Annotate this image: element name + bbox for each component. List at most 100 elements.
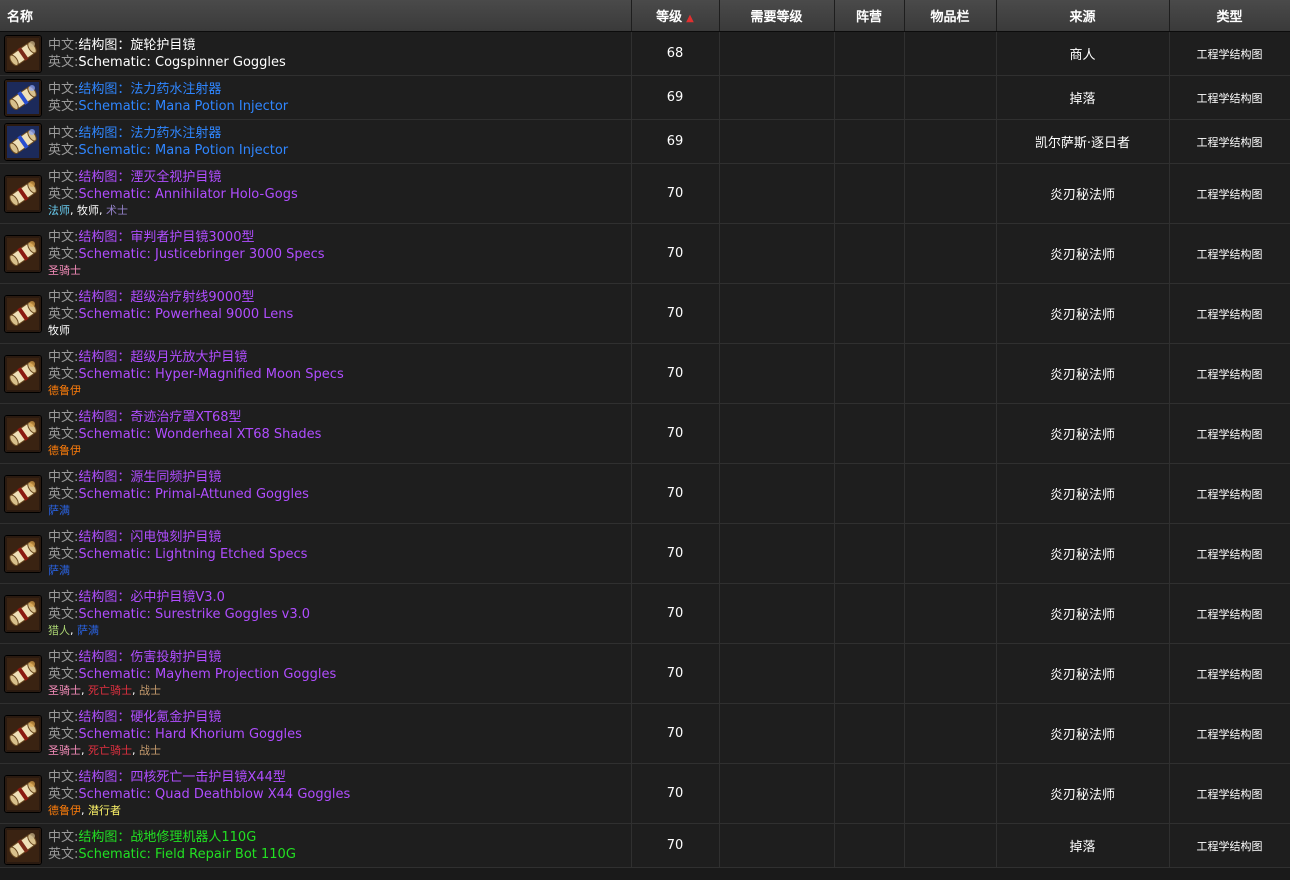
table-row[interactable]: 中文:结构图：伤害投射护目镜 英文:Schematic: Mayhem Proje… <box>0 643 1290 704</box>
type-cell[interactable]: 工程学结构图 <box>1169 823 1290 868</box>
table-row[interactable]: 中文:结构图：湮灭全视护目镜 英文:Schematic: Annihilator … <box>0 163 1290 224</box>
table-row[interactable]: 中文:结构图：源生同频护目镜 英文:Schematic: Primal-Attun… <box>0 463 1290 524</box>
source-link[interactable]: 凯尔萨斯·逐日者 <box>1035 136 1130 151</box>
type-link[interactable]: 工程学结构图 <box>1197 92 1263 105</box>
scroll-orange-icon[interactable] <box>4 414 42 453</box>
class-link[interactable]: 法师 <box>48 204 70 217</box>
item-name-cn[interactable]: 结构图：超级月光放大护目镜 <box>78 350 247 365</box>
item-name-cn[interactable]: 结构图：旋轮护目镜 <box>78 38 195 53</box>
item-name-cn[interactable]: 结构图：战地修理机器人110G <box>78 830 256 845</box>
type-link[interactable]: 工程学结构图 <box>1197 608 1263 621</box>
source-cell[interactable]: 炎刃秘法师 <box>996 403 1170 464</box>
class-link[interactable]: 圣骑士 <box>48 744 81 757</box>
type-link[interactable]: 工程学结构图 <box>1197 188 1263 201</box>
type-link[interactable]: 工程学结构图 <box>1197 428 1263 441</box>
column-header-type[interactable]: 类型 <box>1169 0 1290 32</box>
scroll-orange-icon[interactable] <box>4 534 42 573</box>
column-header-required-level[interactable]: 需要等级 <box>719 0 835 32</box>
source-cell[interactable]: 凯尔萨斯·逐日者 <box>996 119 1170 164</box>
type-cell[interactable]: 工程学结构图 <box>1169 643 1290 704</box>
scroll-orange-icon[interactable] <box>4 174 42 213</box>
type-cell[interactable]: 工程学结构图 <box>1169 463 1290 524</box>
class-link[interactable]: 牧师 <box>77 204 99 217</box>
scroll-blue-icon[interactable] <box>4 122 42 161</box>
source-cell[interactable]: 炎刃秘法师 <box>996 163 1170 224</box>
table-row[interactable]: 中文:结构图：硬化氪金护目镜 英文:Schematic: Hard Khorium… <box>0 703 1290 764</box>
source-cell[interactable]: 炎刃秘法师 <box>996 463 1170 524</box>
source-link[interactable]: 炎刃秘法师 <box>1050 428 1115 443</box>
type-link[interactable]: 工程学结构图 <box>1197 548 1263 561</box>
type-cell[interactable]: 工程学结构图 <box>1169 763 1290 824</box>
type-cell[interactable]: 工程学结构图 <box>1169 583 1290 644</box>
item-name-en[interactable]: Schematic: Surestrike Goggles v3.0 <box>78 607 310 622</box>
type-cell[interactable]: 工程学结构图 <box>1169 31 1290 76</box>
source-cell[interactable]: 炎刃秘法师 <box>996 763 1170 824</box>
scroll-plain-icon[interactable] <box>4 34 42 73</box>
item-name-en[interactable]: Schematic: Powerheal 9000 Lens <box>78 307 293 322</box>
type-cell[interactable]: 工程学结构图 <box>1169 163 1290 224</box>
type-cell[interactable]: 工程学结构图 <box>1169 119 1290 164</box>
source-link[interactable]: 炎刃秘法师 <box>1050 668 1115 683</box>
scroll-orange-icon[interactable] <box>4 594 42 633</box>
type-link[interactable]: 工程学结构图 <box>1197 840 1263 853</box>
item-name-en[interactable]: Schematic: Hard Khorium Goggles <box>78 727 302 742</box>
type-link[interactable]: 工程学结构图 <box>1197 728 1263 741</box>
table-row[interactable]: 中文:结构图：旋轮护目镜 英文:Schematic: Cogspinner Gog… <box>0 31 1290 76</box>
type-link[interactable]: 工程学结构图 <box>1197 668 1263 681</box>
item-name-en[interactable]: Schematic: Quad Deathblow X44 Goggles <box>78 787 350 802</box>
table-row[interactable]: 中文:结构图：闪电蚀刻护目镜 英文:Schematic: Lightning Et… <box>0 523 1290 584</box>
source-link[interactable]: 炎刃秘法师 <box>1050 548 1115 563</box>
source-cell[interactable]: 商人 <box>996 31 1170 76</box>
source-link[interactable]: 炎刃秘法师 <box>1050 488 1115 503</box>
item-name-cn[interactable]: 结构图：硬化氪金护目镜 <box>78 710 221 725</box>
class-link[interactable]: 死亡骑士 <box>88 684 132 697</box>
class-link[interactable]: 猎人 <box>48 624 70 637</box>
source-link[interactable]: 炎刃秘法师 <box>1050 608 1115 623</box>
type-cell[interactable]: 工程学结构图 <box>1169 75 1290 120</box>
class-link[interactable]: 战士 <box>139 744 161 757</box>
scroll-orange-icon[interactable] <box>4 774 42 813</box>
item-name-en[interactable]: Schematic: Mana Potion Injector <box>78 99 288 114</box>
item-name-cn[interactable]: 结构图：四核死亡一击护目镜X44型 <box>78 770 285 785</box>
type-link[interactable]: 工程学结构图 <box>1197 308 1263 321</box>
table-row[interactable]: 中文:结构图：审判者护目镜3000型 英文:Schematic: Justiceb… <box>0 223 1290 284</box>
item-name-cn[interactable]: 结构图：湮灭全视护目镜 <box>78 170 221 185</box>
table-row[interactable]: 中文:结构图：法力药水注射器 英文:Schematic: Mana Potion … <box>0 119 1290 164</box>
table-row[interactable]: 中文:结构图：超级治疗射线9000型 英文:Schematic: Powerhea… <box>0 283 1290 344</box>
scroll-orange-icon[interactable] <box>4 654 42 693</box>
item-name-cn[interactable]: 结构图：必中护目镜V3.0 <box>78 590 225 605</box>
class-link[interactable]: 德鲁伊 <box>48 804 81 817</box>
class-link[interactable]: 术士 <box>106 204 128 217</box>
type-cell[interactable]: 工程学结构图 <box>1169 403 1290 464</box>
scroll-blue-icon[interactable] <box>4 78 42 117</box>
source-cell[interactable]: 炎刃秘法师 <box>996 703 1170 764</box>
class-link[interactable]: 萨满 <box>48 564 70 577</box>
source-cell[interactable]: 炎刃秘法师 <box>996 523 1170 584</box>
source-link[interactable]: 商人 <box>1069 48 1095 63</box>
source-link[interactable]: 掉落 <box>1069 92 1095 107</box>
item-name-en[interactable]: Schematic: Hyper-Magnified Moon Specs <box>78 367 343 382</box>
scroll-orange-icon[interactable] <box>4 474 42 513</box>
table-row[interactable]: 中文:结构图：超级月光放大护目镜 英文:Schematic: Hyper-Magn… <box>0 343 1290 404</box>
class-link[interactable]: 德鲁伊 <box>48 444 81 457</box>
table-row[interactable]: 中文:结构图：四核死亡一击护目镜X44型 英文:Schematic: Quad D… <box>0 763 1290 824</box>
scroll-orange-icon[interactable] <box>4 234 42 273</box>
scroll-orange-icon[interactable] <box>4 354 42 393</box>
item-name-en[interactable]: Schematic: Cogspinner Goggles <box>78 55 285 70</box>
item-name-cn[interactable]: 结构图：超级治疗射线9000型 <box>78 290 254 305</box>
source-link[interactable]: 炎刃秘法师 <box>1050 788 1115 803</box>
source-cell[interactable]: 炎刃秘法师 <box>996 643 1170 704</box>
class-link[interactable]: 潜行者 <box>88 804 121 817</box>
class-link[interactable]: 战士 <box>139 684 161 697</box>
class-link[interactable]: 萨满 <box>77 624 99 637</box>
item-name-en[interactable]: Schematic: Field Repair Bot 110G <box>78 847 296 862</box>
type-cell[interactable]: 工程学结构图 <box>1169 523 1290 584</box>
class-link[interactable]: 萨满 <box>48 504 70 517</box>
source-cell[interactable]: 炎刃秘法师 <box>996 583 1170 644</box>
table-row[interactable]: 中文:结构图：战地修理机器人110G 英文:Schematic: Field Re… <box>0 823 1290 868</box>
source-cell[interactable]: 炎刃秘法师 <box>996 283 1170 344</box>
class-link[interactable]: 圣骑士 <box>48 684 81 697</box>
item-name-cn[interactable]: 结构图：伤害投射护目镜 <box>78 650 221 665</box>
type-link[interactable]: 工程学结构图 <box>1197 368 1263 381</box>
type-cell[interactable]: 工程学结构图 <box>1169 223 1290 284</box>
